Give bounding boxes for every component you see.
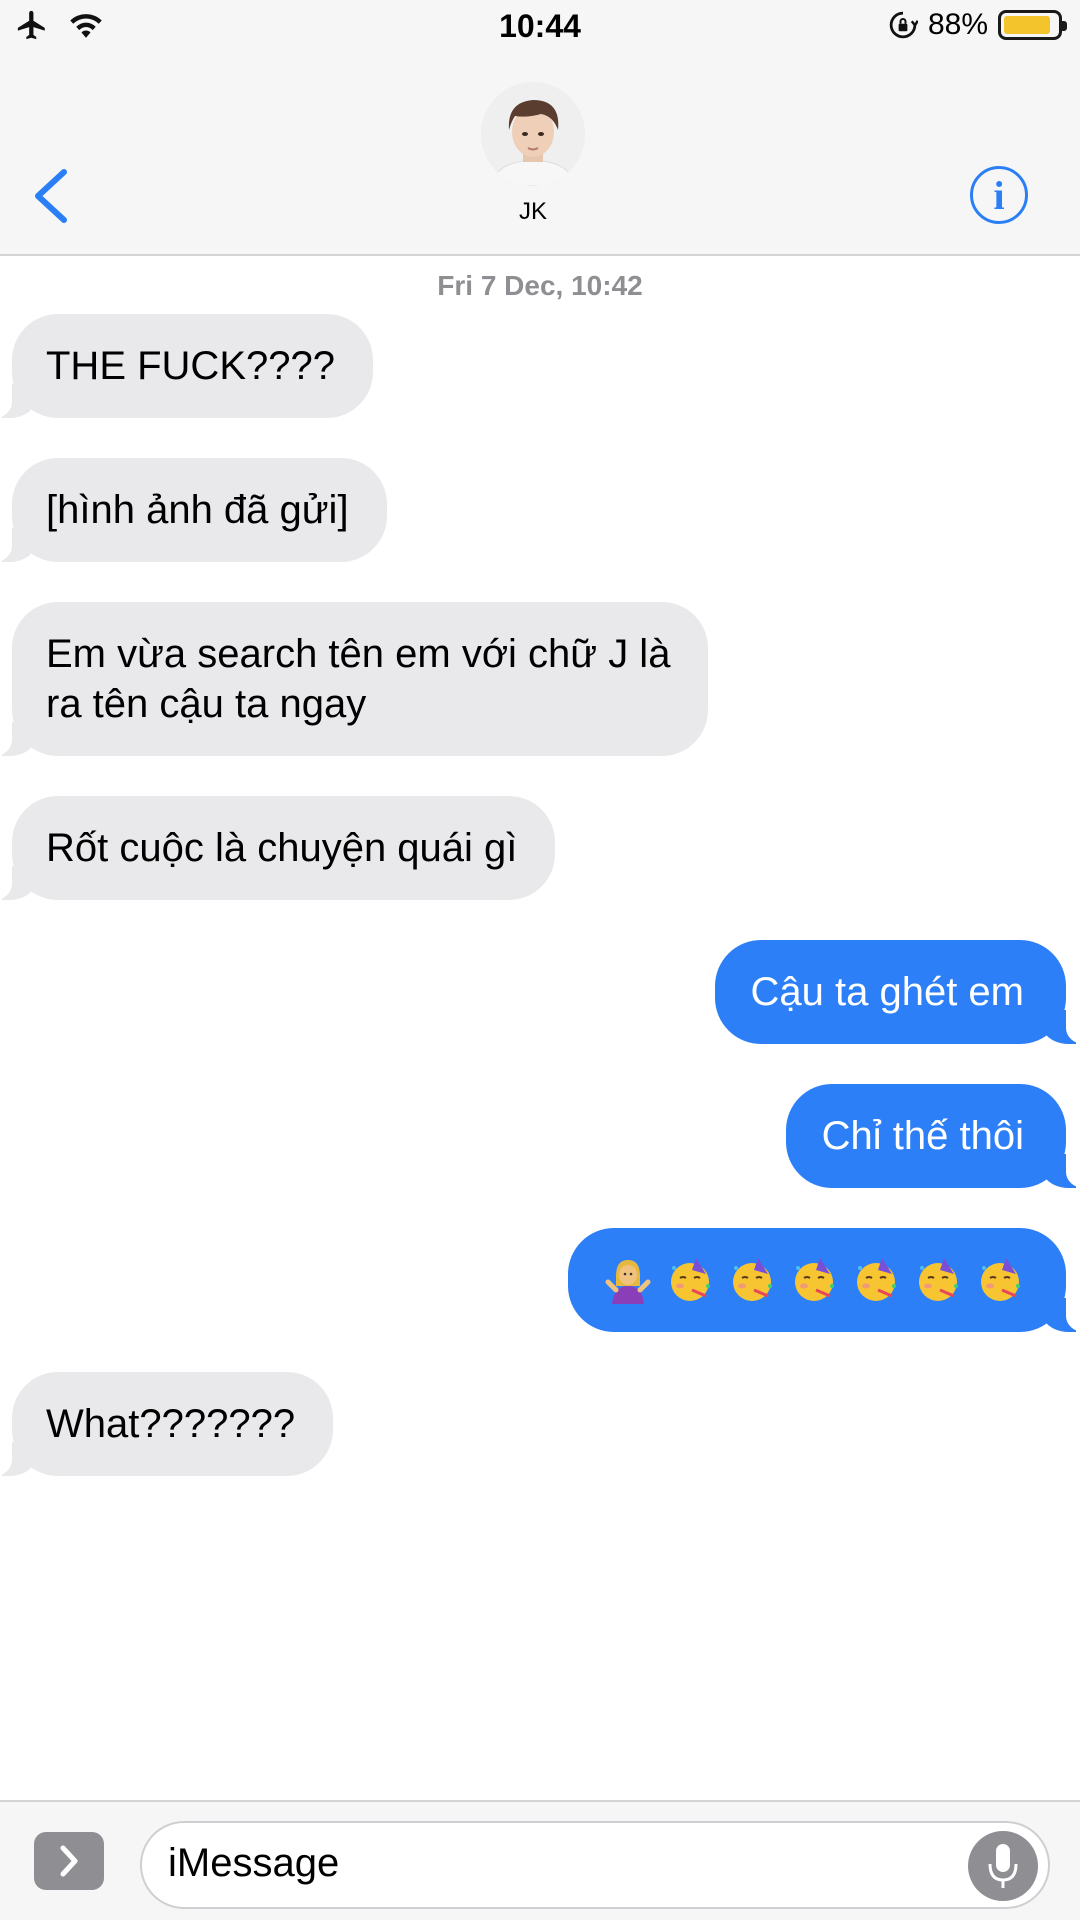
message-text: Cậu ta ghét em	[750, 970, 1025, 1014]
message-input-placeholder: iMessage	[168, 1841, 340, 1885]
avatar-photo	[481, 82, 585, 186]
incoming-message[interactable]: Rốt cuộc là chuyện quái gì	[0, 796, 556, 900]
battery-level	[1004, 16, 1050, 34]
outgoing-message[interactable]: Cậu ta ghét em	[714, 940, 1080, 1044]
outgoing-message[interactable]: Chỉ thế thôi	[785, 1084, 1080, 1188]
contact-avatar[interactable]	[481, 82, 585, 186]
outgoing-message[interactable]	[568, 1228, 1080, 1332]
incoming-message[interactable]: [hình ảnh đã gửi]	[0, 458, 387, 562]
orientation-lock-icon	[889, 11, 918, 39]
incoming-message[interactable]: What???????	[0, 1372, 334, 1476]
microphone-icon	[988, 1844, 1018, 1888]
partying-face-emoji	[671, 1258, 710, 1301]
info-icon: i	[993, 172, 1005, 218]
message-text: Em vừa search tên em với chữ J là ra tên…	[46, 632, 671, 726]
battery-percent: 88%	[927, 8, 988, 41]
message-text: Rốt cuộc là chuyện quái gì	[46, 826, 518, 870]
message-text: THE FUCK????	[46, 344, 335, 388]
battery-icon	[998, 10, 1067, 40]
partying-face-emoji	[981, 1258, 1020, 1301]
dictation-button[interactable]	[968, 1831, 1038, 1901]
status-right: 88%	[888, 8, 1067, 42]
message-text: What???????	[46, 1402, 296, 1446]
message-text: [hình ảnh đã gửi]	[46, 488, 349, 532]
partying-face-emoji	[857, 1258, 896, 1301]
info-button[interactable]: i	[970, 166, 1028, 224]
navigation-header: 10:44 88% JK i	[0, 0, 1080, 256]
message-input-bar: iMessage	[0, 1800, 1080, 1920]
shrugging-woman-emoji	[605, 1260, 651, 1304]
partying-face-emoji	[795, 1258, 834, 1301]
incoming-message[interactable]: Em vừa search tên em với chữ J là ra tên…	[0, 602, 709, 756]
message-input[interactable]: iMessage	[140, 1821, 1050, 1909]
incoming-message[interactable]: THE FUCK????	[0, 314, 373, 418]
conversation-timestamp: Fri 7 Dec, 10:42	[437, 270, 643, 301]
contact-name[interactable]: JK	[0, 198, 1066, 226]
apps-button[interactable]	[34, 1832, 104, 1890]
chevron-right-icon	[60, 1845, 78, 1877]
partying-face-emoji	[733, 1258, 772, 1301]
status-bar: 10:44 88%	[0, 0, 1080, 54]
emoji-row	[604, 1255, 1024, 1305]
message-text: Chỉ thế thôi	[821, 1114, 1024, 1158]
partying-face-emoji	[919, 1258, 958, 1301]
